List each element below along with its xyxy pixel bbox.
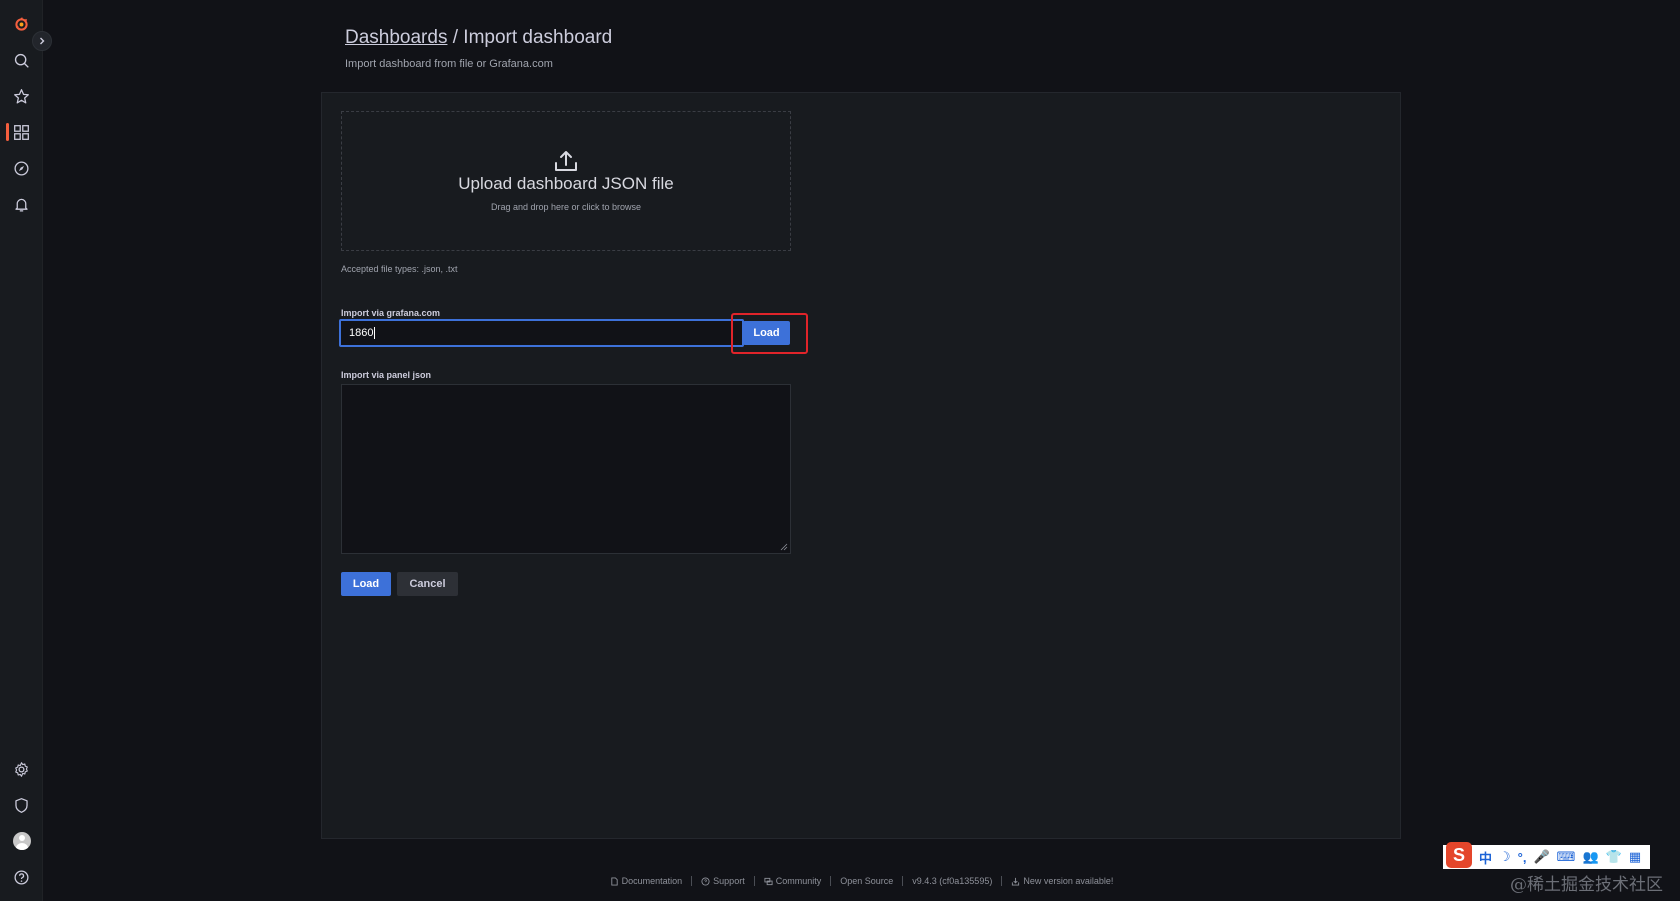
dashboards-icon[interactable]: [0, 114, 43, 150]
breadcrumb: Dashboards / Import dashboard: [345, 27, 612, 49]
panel-json-textarea[interactable]: [341, 384, 791, 554]
gcom-id-input[interactable]: 1860: [339, 319, 744, 347]
ime-toolbar: S 中 ☽ °, 🎤 ⌨ 👥 👕 ▦: [1443, 842, 1650, 869]
user-profile-button[interactable]: [0, 823, 43, 859]
page-subtitle: Import dashboard from file or Grafana.co…: [345, 58, 553, 70]
load-button[interactable]: Load: [341, 572, 391, 596]
breadcrumb-separator: /: [447, 27, 464, 48]
gcom-load-button[interactable]: Load: [743, 321, 790, 345]
import-panel: Upload dashboard JSON file Drag and drop…: [321, 92, 1401, 839]
expand-sidebar-button[interactable]: [32, 31, 52, 51]
footer-new-version-link[interactable]: New version available!: [1002, 876, 1122, 886]
shield-icon[interactable]: [0, 787, 43, 823]
ime-skin-icon[interactable]: 👕: [1606, 849, 1622, 865]
footer-new-version-label: New version available!: [1023, 876, 1114, 886]
watermark: @稀土掘金技术社区: [1510, 875, 1663, 895]
upload-title: Upload dashboard JSON file: [458, 174, 674, 193]
cancel-button[interactable]: Cancel: [397, 572, 458, 596]
text-caret: [374, 327, 376, 340]
breadcrumb-dashboards-link[interactable]: Dashboards: [345, 27, 447, 48]
ime-chinese-mode-button[interactable]: 中: [1479, 848, 1492, 867]
ime-moon-icon[interactable]: ☽: [1499, 849, 1511, 865]
footer-community-label: Community: [775, 876, 822, 886]
footer-open-source-link[interactable]: Open Source: [831, 876, 904, 886]
page-header: Dashboards / Import dashboard Import das…: [345, 27, 612, 70]
ime-microphone-icon[interactable]: 🎤: [1533, 849, 1549, 865]
footer-support-label: Support: [713, 876, 745, 886]
gcom-label: Import via grafana.com: [341, 308, 441, 318]
resize-grip-icon[interactable]: [780, 543, 788, 551]
ime-keyboard-icon[interactable]: ⌨: [1557, 849, 1576, 865]
page-title: Import dashboard: [463, 27, 613, 48]
ime-grid-icon[interactable]: ▦: [1629, 849, 1641, 865]
upload-dropzone[interactable]: Upload dashboard JSON file Drag and drop…: [341, 111, 791, 251]
footer-documentation-label: Documentation: [621, 876, 683, 886]
explore-icon[interactable]: [0, 150, 43, 186]
upload-hint: Drag and drop here or click to browse: [490, 202, 642, 212]
footer-version-label: v9.4.3 (cf0a135595): [912, 876, 993, 886]
footer: Documentation Support Community Open Sou…: [0, 876, 1680, 886]
ime-logo-icon[interactable]: S: [1446, 842, 1472, 868]
footer-open-source-label: Open Source: [840, 876, 894, 886]
avatar: [12, 832, 31, 850]
accepted-file-types: Accepted file types: .json, .txt: [341, 264, 458, 274]
star-icon[interactable]: [0, 78, 43, 114]
chevron-right-icon: [40, 37, 45, 45]
footer-documentation-link[interactable]: Documentation: [601, 876, 693, 886]
ime-punctuation-icon[interactable]: °,: [1518, 850, 1527, 865]
panel-json-label: Import via panel json: [341, 370, 432, 380]
download-icon: [1012, 877, 1020, 886]
footer-support-link[interactable]: Support: [692, 876, 755, 886]
sidebar-nav: [0, 0, 52, 901]
settings-gear-icon[interactable]: [0, 751, 43, 787]
upload-icon: [555, 151, 577, 171]
ime-users-icon[interactable]: 👥: [1582, 849, 1598, 865]
document-icon: [610, 876, 618, 886]
gcom-input-value: 1860: [349, 327, 374, 339]
footer-community-link[interactable]: Community: [755, 876, 832, 886]
comments-icon: [764, 877, 773, 885]
question-circle-icon: [701, 876, 710, 886]
footer-version: v9.4.3 (cf0a135595): [903, 876, 1003, 886]
alerting-bell-icon[interactable]: [0, 186, 43, 222]
